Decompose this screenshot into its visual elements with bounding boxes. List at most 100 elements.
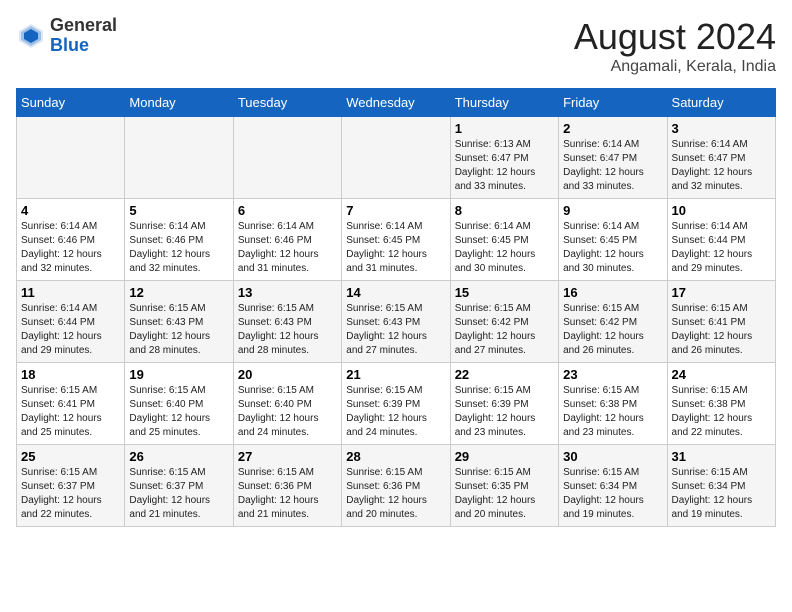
calendar-cell: 30 Sunrise: 6:15 AM Sunset: 6:34 PM Dayli… — [559, 445, 667, 527]
calendar-cell: 9 Sunrise: 6:14 AM Sunset: 6:45 PM Daylig… — [559, 199, 667, 281]
day-info: Sunrise: 6:14 AM Sunset: 6:44 PM Dayligh… — [672, 220, 771, 276]
day-header-sunday: Sunday — [17, 89, 125, 117]
day-number: 1 — [455, 121, 554, 136]
calendar-cell: 27 Sunrise: 6:15 AM Sunset: 6:36 PM Dayli… — [233, 445, 341, 527]
day-info: Sunrise: 6:15 AM Sunset: 6:42 PM Dayligh… — [563, 302, 662, 358]
day-header-tuesday: Tuesday — [233, 89, 341, 117]
calendar-header: SundayMondayTuesdayWednesdayThursdayFrid… — [17, 89, 776, 117]
day-info: Sunrise: 6:15 AM Sunset: 6:36 PM Dayligh… — [346, 466, 445, 522]
day-info: Sunrise: 6:14 AM Sunset: 6:45 PM Dayligh… — [346, 220, 445, 276]
day-header-thursday: Thursday — [450, 89, 558, 117]
day-number: 15 — [455, 285, 554, 300]
calendar-cell: 19Sunrise: 6:15 AM Sunset: 6:40 PM Dayli… — [125, 363, 233, 445]
day-number: 3 — [672, 121, 771, 136]
calendar-cell: 15 Sunrise: 6:15 AM Sunset: 6:42 PM Dayli… — [450, 281, 558, 363]
location-subtitle: Angamali, Kerala, India — [574, 58, 776, 76]
logo: General Blue — [16, 16, 117, 56]
day-number: 17 — [672, 285, 771, 300]
calendar-cell — [125, 117, 233, 199]
day-header-friday: Friday — [559, 89, 667, 117]
calendar-cell: 24 Sunrise: 6:15 AM Sunset: 6:38 PM Dayli… — [667, 363, 775, 445]
day-number: 25 — [21, 449, 120, 464]
day-number: 5 — [129, 203, 228, 218]
day-header-monday: Monday — [125, 89, 233, 117]
logo-blue: Blue — [50, 35, 89, 55]
calendar-cell — [17, 117, 125, 199]
day-number: 6 — [238, 203, 337, 218]
day-info: Sunrise: 6:14 AM Sunset: 6:46 PM Dayligh… — [129, 220, 228, 276]
calendar-cell: 25 Sunrise: 6:15 AM Sunset: 6:37 PM Dayli… — [17, 445, 125, 527]
day-info: Sunrise: 6:14 AM Sunset: 6:46 PM Dayligh… — [21, 220, 120, 276]
day-info: Sunrise: 6:15 AM Sunset: 6:39 PM Dayligh… — [455, 384, 554, 440]
day-number: 27 — [238, 449, 337, 464]
day-number: 22 — [455, 367, 554, 382]
calendar-cell: 13Sunrise: 6:15 AM Sunset: 6:43 PM Dayli… — [233, 281, 341, 363]
day-info: Sunrise: 6:14 AM Sunset: 6:46 PM Dayligh… — [238, 220, 337, 276]
calendar-cell: 4 Sunrise: 6:14 AM Sunset: 6:46 PM Daylig… — [17, 199, 125, 281]
calendar-cell: 17 Sunrise: 6:15 AM Sunset: 6:41 PM Dayli… — [667, 281, 775, 363]
calendar-cell: 31 Sunrise: 6:15 AM Sunset: 6:34 PM Dayli… — [667, 445, 775, 527]
day-info: Sunrise: 6:15 AM Sunset: 6:43 PM Dayligh… — [238, 302, 337, 358]
calendar-cell: 26 Sunrise: 6:15 AM Sunset: 6:37 PM Dayli… — [125, 445, 233, 527]
calendar-cell: 5 Sunrise: 6:14 AM Sunset: 6:46 PM Daylig… — [125, 199, 233, 281]
calendar-cell: 16 Sunrise: 6:15 AM Sunset: 6:42 PM Dayli… — [559, 281, 667, 363]
day-info: Sunrise: 6:15 AM Sunset: 6:42 PM Dayligh… — [455, 302, 554, 358]
calendar-cell: 11 Sunrise: 6:14 AM Sunset: 6:44 PM Dayli… — [17, 281, 125, 363]
calendar-cell: 14 Sunrise: 6:15 AM Sunset: 6:43 PM Dayli… — [342, 281, 450, 363]
week-row-2: 4 Sunrise: 6:14 AM Sunset: 6:46 PM Daylig… — [17, 199, 776, 281]
day-number: 31 — [672, 449, 771, 464]
calendar-cell: 1 Sunrise: 6:13 AM Sunset: 6:47 PM Daylig… — [450, 117, 558, 199]
calendar-cell: 10Sunrise: 6:14 AM Sunset: 6:44 PM Dayli… — [667, 199, 775, 281]
day-info: Sunrise: 6:13 AM Sunset: 6:47 PM Dayligh… — [455, 138, 554, 194]
day-info: Sunrise: 6:15 AM Sunset: 6:37 PM Dayligh… — [129, 466, 228, 522]
day-number: 20 — [238, 367, 337, 382]
day-info: Sunrise: 6:15 AM Sunset: 6:43 PM Dayligh… — [346, 302, 445, 358]
logo-general: General — [50, 15, 117, 35]
day-info: Sunrise: 6:15 AM Sunset: 6:34 PM Dayligh… — [563, 466, 662, 522]
calendar-cell: 2 Sunrise: 6:14 AM Sunset: 6:47 PM Daylig… — [559, 117, 667, 199]
day-number: 9 — [563, 203, 662, 218]
day-number: 28 — [346, 449, 445, 464]
day-number: 2 — [563, 121, 662, 136]
day-number: 8 — [455, 203, 554, 218]
day-number: 12 — [129, 285, 228, 300]
day-info: Sunrise: 6:15 AM Sunset: 6:37 PM Dayligh… — [21, 466, 120, 522]
calendar-body: 1 Sunrise: 6:13 AM Sunset: 6:47 PM Daylig… — [17, 117, 776, 527]
day-number: 24 — [672, 367, 771, 382]
logo-text: General Blue — [50, 16, 117, 56]
logo-icon — [16, 21, 46, 51]
calendar-cell: 3Sunrise: 6:14 AM Sunset: 6:47 PM Daylig… — [667, 117, 775, 199]
day-info: Sunrise: 6:14 AM Sunset: 6:44 PM Dayligh… — [21, 302, 120, 358]
day-header-wednesday: Wednesday — [342, 89, 450, 117]
calendar-cell: 7 Sunrise: 6:14 AM Sunset: 6:45 PM Daylig… — [342, 199, 450, 281]
calendar-cell: 21Sunrise: 6:15 AM Sunset: 6:39 PM Dayli… — [342, 363, 450, 445]
day-info: Sunrise: 6:14 AM Sunset: 6:45 PM Dayligh… — [563, 220, 662, 276]
day-number: 16 — [563, 285, 662, 300]
day-number: 26 — [129, 449, 228, 464]
calendar-cell: 8Sunrise: 6:14 AM Sunset: 6:45 PM Daylig… — [450, 199, 558, 281]
day-number: 7 — [346, 203, 445, 218]
title-area: August 2024 Angamali, Kerala, India — [574, 16, 776, 76]
week-row-5: 25 Sunrise: 6:15 AM Sunset: 6:37 PM Dayli… — [17, 445, 776, 527]
calendar-cell: 23Sunrise: 6:15 AM Sunset: 6:38 PM Dayli… — [559, 363, 667, 445]
calendar-cell: 20Sunrise: 6:15 AM Sunset: 6:40 PM Dayli… — [233, 363, 341, 445]
day-info: Sunrise: 6:15 AM Sunset: 6:38 PM Dayligh… — [672, 384, 771, 440]
day-number: 4 — [21, 203, 120, 218]
day-info: Sunrise: 6:15 AM Sunset: 6:41 PM Dayligh… — [672, 302, 771, 358]
day-header-saturday: Saturday — [667, 89, 775, 117]
week-row-1: 1 Sunrise: 6:13 AM Sunset: 6:47 PM Daylig… — [17, 117, 776, 199]
day-number: 14 — [346, 285, 445, 300]
day-info: Sunrise: 6:14 AM Sunset: 6:47 PM Dayligh… — [563, 138, 662, 194]
month-year-title: August 2024 — [574, 16, 776, 58]
day-info: Sunrise: 6:15 AM Sunset: 6:43 PM Dayligh… — [129, 302, 228, 358]
day-number: 30 — [563, 449, 662, 464]
day-number: 11 — [21, 285, 120, 300]
day-info: Sunrise: 6:15 AM Sunset: 6:36 PM Dayligh… — [238, 466, 337, 522]
calendar-cell — [233, 117, 341, 199]
calendar-cell: 29Sunrise: 6:15 AM Sunset: 6:35 PM Dayli… — [450, 445, 558, 527]
calendar-cell — [342, 117, 450, 199]
day-info: Sunrise: 6:15 AM Sunset: 6:41 PM Dayligh… — [21, 384, 120, 440]
day-info: Sunrise: 6:15 AM Sunset: 6:34 PM Dayligh… — [672, 466, 771, 522]
day-number: 23 — [563, 367, 662, 382]
calendar-cell: 12 Sunrise: 6:15 AM Sunset: 6:43 PM Dayli… — [125, 281, 233, 363]
